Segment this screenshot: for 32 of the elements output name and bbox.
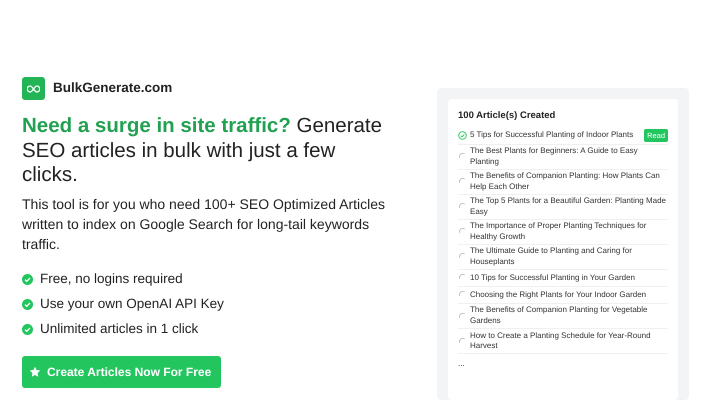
star-icon xyxy=(29,366,41,378)
logo-icon xyxy=(22,77,45,100)
headline: Need a surge in site traffic? Generate SEO articles in bulk with just a few clicks. xyxy=(22,114,384,188)
article-title: The Top 5 Plants for a Beautiful Garden: Planting Made Easy xyxy=(470,196,667,218)
article-row[interactable]: How to Create a Planting Schedule for Year-Round Harvest xyxy=(458,329,668,354)
panel-title: 100 Article(s) Created xyxy=(458,109,556,123)
article-row[interactable]: The Benefits of Companion Planting for Vegetable Gardens xyxy=(458,304,668,330)
article-row[interactable]: The Ultimate Guide to Planting and Caring for Houseplants xyxy=(458,244,668,270)
brand-name[interactable]: BulkGenerate.com xyxy=(53,78,172,99)
check-icon xyxy=(22,324,33,335)
article-row[interactable]: Choosing the Right Plants for Your Indoor Garden xyxy=(458,286,668,304)
article-row[interactable]: The Top 5 Plants for a Beautiful Garden: Planting Made Easy xyxy=(458,194,668,220)
article-row[interactable]: The Importance of Proper Planting Techniques for Healthy Growth xyxy=(458,220,668,245)
feature-text: Free, no logins required xyxy=(40,270,183,288)
article-title: The Benefits of Companion Planting for Vegetable Gardens xyxy=(470,305,648,327)
article-title: How to Create a Planting Schedule for Year-Round Harvest xyxy=(470,330,652,352)
more-indicator: ... xyxy=(458,358,466,370)
description: This tool is for you who need 100+ SEO Optimized Articles written to index on Google Search for long-tail keywords traffic. xyxy=(22,194,386,254)
article-row[interactable]: The Best Plants for Beginners: A Guide to Easy Planting xyxy=(458,144,668,170)
feature-text: Unlimited articles in 1 click xyxy=(40,320,198,338)
article-row[interactable]: 10 Tips for Successful Planting in Your Garden xyxy=(458,270,668,287)
article-title: The Benefits of Companion Planting: How Plants Can Help Each Other xyxy=(470,171,661,192)
check-icon xyxy=(22,274,33,285)
article-title: 5 Tips for Successful Planting of Indoor Plants xyxy=(470,130,634,141)
article-title: The Ultimate Guide to Planting and Caring for Houseplants xyxy=(470,246,633,268)
feature-text: Use your own OpenAI API Key xyxy=(40,295,224,314)
check-icon xyxy=(22,298,33,310)
article-title: The Best Plants for Beginners: A Guide to Easy Planting xyxy=(470,146,639,168)
article-title: Choosing the Right Plants for Your Indoor Garden xyxy=(470,290,648,300)
article-title: The Importance of Proper Planting Techniques for Healthy Growth xyxy=(470,221,648,242)
article-title: 10 Tips for Successful Planting in Your Garden xyxy=(470,272,636,284)
article-row[interactable]: The Benefits of Companion Planting: How Plants Can Help Each Other xyxy=(458,170,668,195)
